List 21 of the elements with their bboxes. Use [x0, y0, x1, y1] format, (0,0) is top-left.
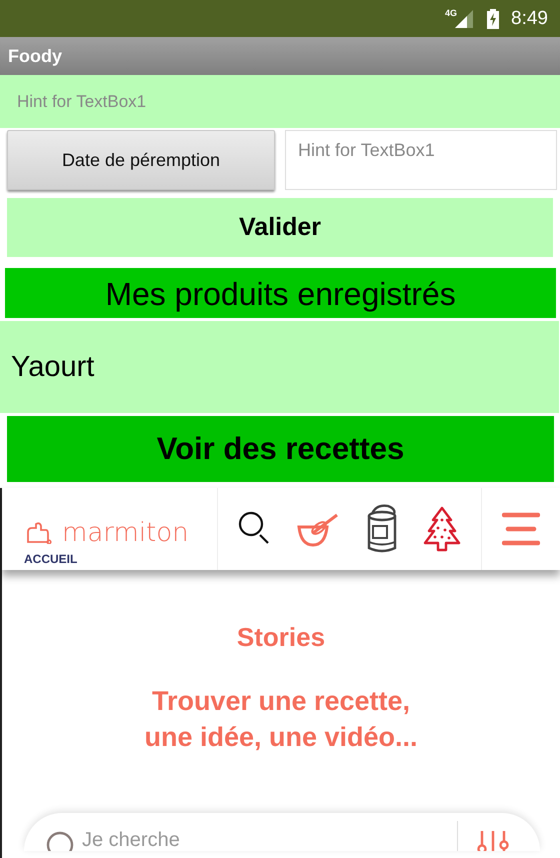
date-button[interactable]: Date de péremption — [7, 130, 275, 190]
window-title: Foody — [8, 46, 62, 66]
section-title: Stories — [236, 622, 326, 653]
menu-icon[interactable] — [502, 512, 540, 546]
input-field[interactable]: Hint for TextBox1 — [0, 75, 560, 128]
input-field[interactable]: Hint for TextBox1 — [285, 130, 557, 190]
can-icon[interactable] — [366, 504, 398, 554]
battery-charging-icon — [487, 8, 500, 28]
product-item[interactable]: Yaourt — [0, 321, 559, 413]
signal-icon — [455, 10, 474, 28]
network-type: 4G — [445, 8, 458, 18]
saved-products-header: Mes produits enregistrés — [5, 268, 556, 318]
clock: 8:49 — [511, 8, 548, 30]
validate-button[interactable]: Valider — [7, 198, 553, 257]
headline: Trouver une recette, une idée, une vidéo... — [143, 685, 419, 754]
recipes-button[interactable]: Voir des recettes — [7, 416, 554, 482]
search-icon — [46, 831, 74, 851]
filter-icon[interactable] — [476, 831, 510, 851]
search-field[interactable]: Je cherche — [74, 829, 457, 851]
home-label: ACCUEIL — [24, 552, 78, 566]
christmas-tree-icon[interactable] — [422, 506, 461, 552]
